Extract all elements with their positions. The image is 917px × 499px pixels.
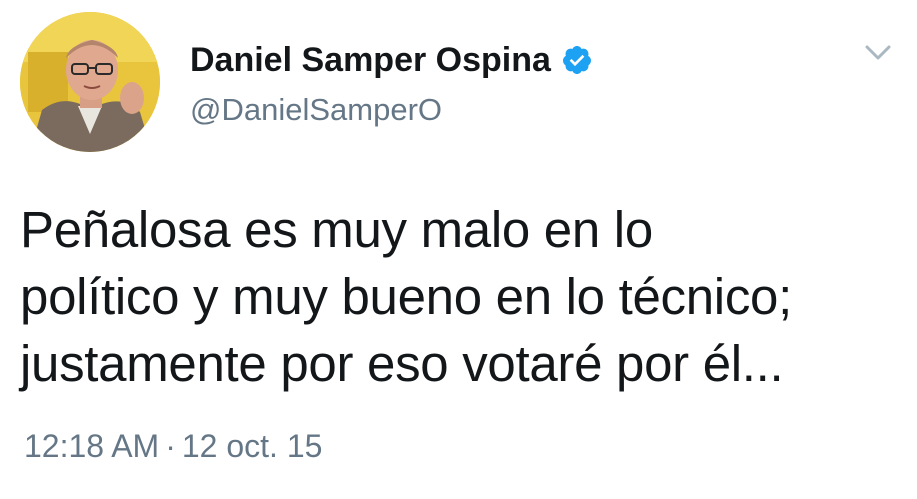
avatar[interactable] <box>20 12 160 152</box>
verified-badge-icon <box>561 44 593 76</box>
tweet-text: Peñalosa es muy malo en lo político y mu… <box>20 201 792 392</box>
tweet-time[interactable]: 12:18 AM <box>24 428 159 464</box>
author-name-row[interactable]: Daniel Samper Ospina <box>190 38 593 82</box>
tweet-timestamp[interactable]: 12:18 AM · 12 oct. 15 <box>24 424 322 468</box>
tweet-date[interactable]: 12 oct. 15 <box>182 428 323 464</box>
author-display-name[interactable]: Daniel Samper Ospina <box>190 38 551 82</box>
author-handle[interactable]: @DanielSamperO <box>190 88 442 132</box>
tweet-card: Daniel Samper Ospina @DanielSamperO Peña… <box>0 0 917 499</box>
chevron-down-icon[interactable] <box>858 38 898 68</box>
meta-separator: · <box>165 428 176 464</box>
